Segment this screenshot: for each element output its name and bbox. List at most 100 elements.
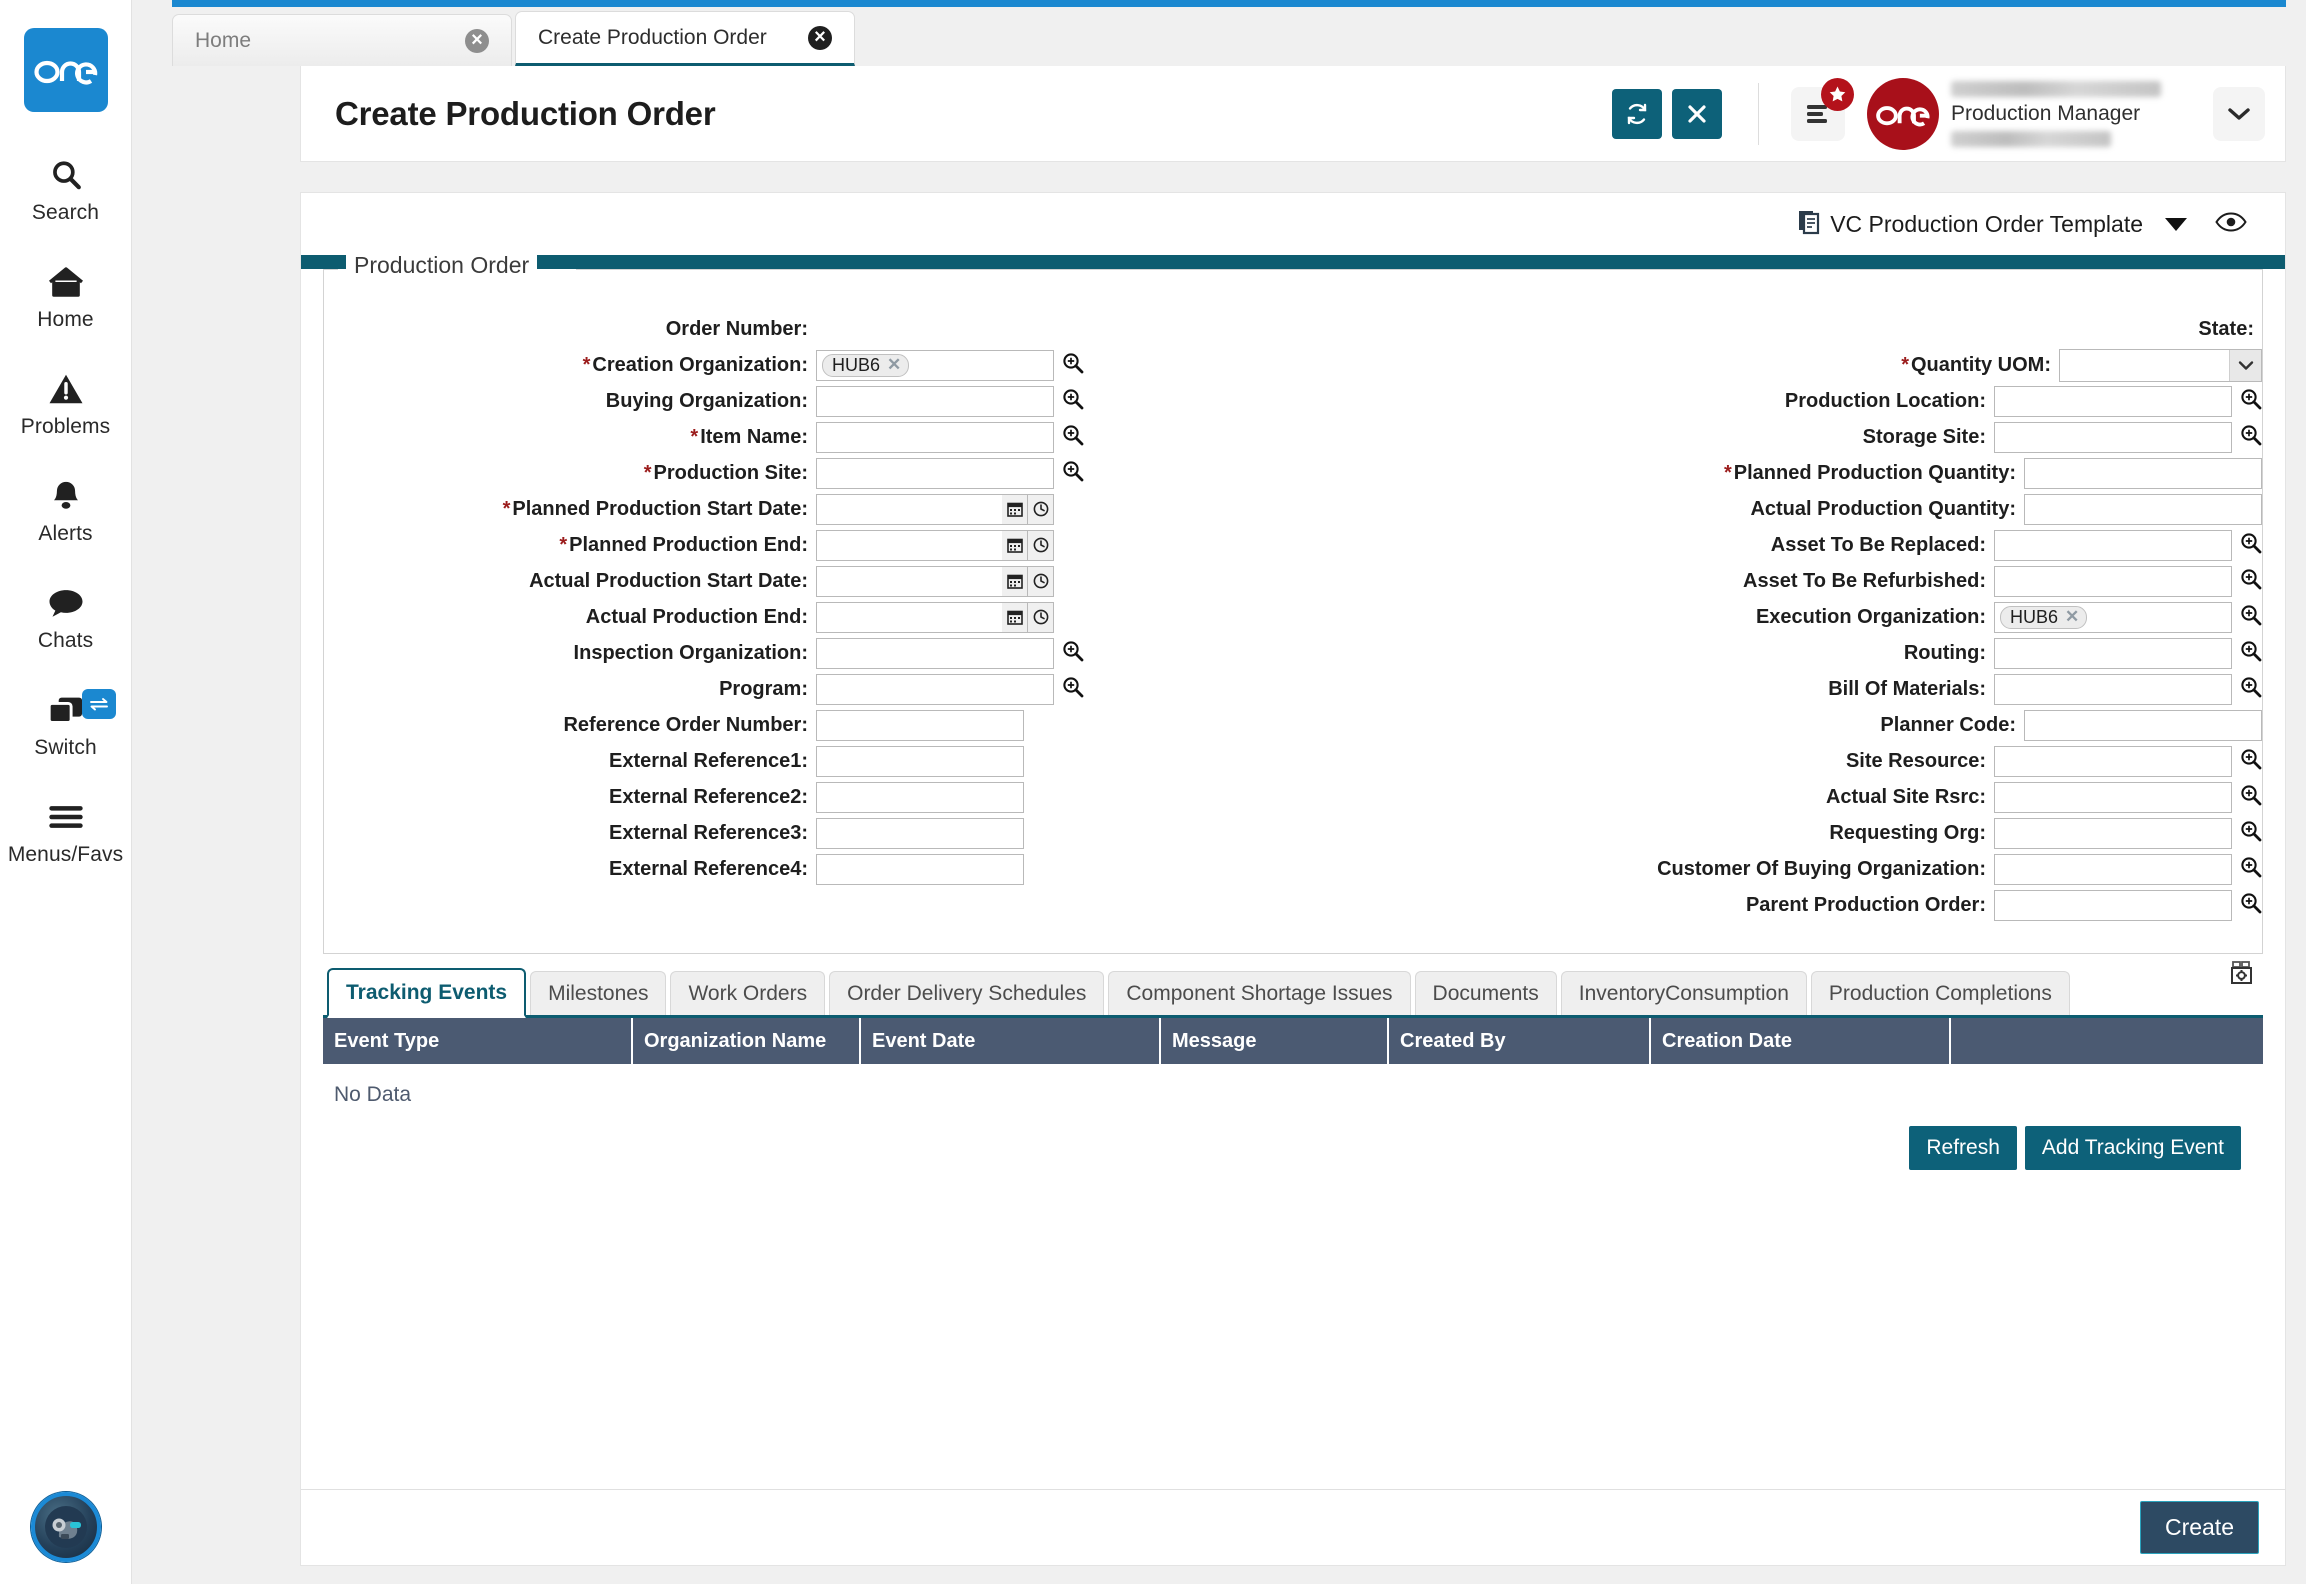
grid-column-header[interactable]: Creation Date bbox=[1651, 1018, 1951, 1064]
browser-tab-create-production-order[interactable]: Create Production Order bbox=[515, 11, 855, 66]
grid-settings-icon[interactable] bbox=[2227, 960, 2257, 993]
search-lookup-icon[interactable] bbox=[1062, 388, 1084, 415]
chevron-down-icon[interactable] bbox=[2213, 87, 2265, 141]
create-button[interactable]: Create bbox=[2140, 1501, 2259, 1554]
search-lookup-icon[interactable] bbox=[2240, 388, 2262, 415]
sidebar-item-problems[interactable]: Problems bbox=[0, 366, 132, 439]
search-lookup-icon[interactable] bbox=[2240, 820, 2262, 847]
asset-to-be-refurbished-input[interactable] bbox=[1994, 566, 2232, 597]
parent-production-order-input[interactable] bbox=[1994, 890, 2232, 921]
calendar-icon[interactable] bbox=[1002, 602, 1028, 633]
calendar-icon[interactable] bbox=[1002, 494, 1028, 525]
planned-production-end-input[interactable] bbox=[816, 530, 1002, 561]
tab-production-completions[interactable]: Production Completions bbox=[1811, 971, 2070, 1015]
inspection-organization-input[interactable] bbox=[816, 638, 1054, 669]
close-button[interactable] bbox=[1672, 89, 1722, 139]
sidebar-item-switch[interactable]: Switch bbox=[0, 687, 132, 760]
menu-list-icon[interactable] bbox=[1791, 87, 1845, 141]
quantity-uom-select[interactable] bbox=[2059, 349, 2262, 382]
tab-inventory-consumption[interactable]: InventoryConsumption bbox=[1561, 971, 1807, 1015]
sidebar-item-alerts[interactable]: Alerts bbox=[0, 473, 132, 546]
tab-order-delivery-schedules[interactable]: Order Delivery Schedules bbox=[829, 971, 1104, 1015]
search-lookup-icon[interactable] bbox=[2240, 784, 2262, 811]
grid-column-header[interactable]: Event Date bbox=[861, 1018, 1161, 1064]
search-lookup-icon[interactable] bbox=[1062, 640, 1084, 667]
clock-icon[interactable] bbox=[1028, 566, 1054, 597]
search-lookup-icon[interactable] bbox=[2240, 676, 2262, 703]
site-resource-input[interactable] bbox=[1994, 746, 2232, 777]
one-logo[interactable] bbox=[24, 28, 108, 112]
calendar-icon[interactable] bbox=[1002, 530, 1028, 561]
sidebar-item-chats[interactable]: Chats bbox=[0, 580, 132, 653]
grid-column-header[interactable]: Organization Name bbox=[633, 1018, 861, 1064]
eye-icon[interactable] bbox=[2215, 212, 2247, 237]
search-lookup-icon[interactable] bbox=[1062, 676, 1084, 703]
item-name-input[interactable] bbox=[816, 422, 1054, 453]
production-location-input[interactable] bbox=[1994, 386, 2232, 417]
search-lookup-icon[interactable] bbox=[2240, 424, 2262, 451]
tab-milestones[interactable]: Milestones bbox=[530, 971, 666, 1015]
reference-order-number-input[interactable] bbox=[816, 710, 1024, 741]
grid-column-header[interactable] bbox=[1951, 1018, 2263, 1064]
clock-icon[interactable] bbox=[1028, 494, 1054, 525]
tab-tracking-events[interactable]: Tracking Events bbox=[327, 968, 526, 1018]
calendar-icon[interactable] bbox=[1002, 566, 1028, 597]
search-lookup-icon[interactable] bbox=[1062, 352, 1084, 379]
sidebar-item-home[interactable]: Home bbox=[0, 259, 132, 332]
ai-assistant-avatar[interactable] bbox=[31, 1492, 101, 1562]
clock-icon[interactable] bbox=[1028, 530, 1054, 561]
external-reference2-input[interactable] bbox=[816, 782, 1024, 813]
planned-production-quantity-input[interactable] bbox=[2024, 458, 2262, 489]
close-icon[interactable] bbox=[465, 29, 489, 53]
add-tracking-event-button[interactable]: Add Tracking Event bbox=[2025, 1126, 2241, 1170]
search-lookup-icon[interactable] bbox=[2240, 604, 2262, 631]
requesting-org-input[interactable] bbox=[1994, 818, 2232, 849]
actual-production-end-input[interactable] bbox=[816, 602, 1002, 633]
tab-documents[interactable]: Documents bbox=[1415, 971, 1557, 1015]
external-reference4-input[interactable] bbox=[816, 854, 1024, 885]
routing-input[interactable] bbox=[1994, 638, 2232, 669]
customer-of-buying-organization-input[interactable] bbox=[1994, 854, 2232, 885]
switch-toggle-badge[interactable] bbox=[82, 689, 116, 719]
search-lookup-icon[interactable] bbox=[1062, 424, 1084, 451]
buying-organization-input[interactable] bbox=[816, 386, 1054, 417]
creation-organization-input[interactable]: HUB6 ✕ bbox=[816, 350, 1054, 381]
search-lookup-icon[interactable] bbox=[1062, 460, 1084, 487]
planner-code-input[interactable] bbox=[2024, 710, 2262, 741]
caret-down-icon[interactable] bbox=[2165, 218, 2187, 231]
actual-site-rsrc-input[interactable] bbox=[1994, 782, 2232, 813]
search-lookup-icon[interactable] bbox=[2240, 856, 2262, 883]
app-shell: Home Create Production Order Create Prod… bbox=[132, 0, 2306, 1584]
program-input[interactable] bbox=[816, 674, 1054, 705]
external-reference1-input[interactable] bbox=[816, 746, 1024, 777]
planned-production-start-date-input[interactable] bbox=[816, 494, 1002, 525]
search-lookup-icon[interactable] bbox=[2240, 892, 2262, 919]
refresh-button[interactable] bbox=[1612, 89, 1662, 139]
search-lookup-icon[interactable] bbox=[2240, 532, 2262, 559]
tab-label: Documents bbox=[1433, 982, 1539, 1006]
execution-organization-input[interactable]: HUB6 ✕ bbox=[1994, 602, 2232, 633]
refresh-grid-button[interactable]: Refresh bbox=[1909, 1126, 2017, 1170]
search-lookup-icon[interactable] bbox=[2240, 568, 2262, 595]
production-site-input[interactable] bbox=[816, 458, 1054, 489]
clock-icon[interactable] bbox=[1028, 602, 1054, 633]
grid-column-header[interactable]: Created By bbox=[1389, 1018, 1651, 1064]
asset-to-be-replaced-input[interactable] bbox=[1994, 530, 2232, 561]
search-lookup-icon[interactable] bbox=[2240, 748, 2262, 775]
tab-component-shortage-issues[interactable]: Component Shortage Issues bbox=[1108, 971, 1410, 1015]
actual-production-start-date-input[interactable] bbox=[816, 566, 1002, 597]
sidebar-item-search[interactable]: Search bbox=[0, 152, 132, 225]
sidebar-item-menus-favs[interactable]: Menus/Favs bbox=[0, 794, 132, 867]
remove-token-icon[interactable]: ✕ bbox=[2065, 607, 2079, 627]
grid-column-header[interactable]: Event Type bbox=[323, 1018, 633, 1064]
browser-tab-home[interactable]: Home bbox=[172, 14, 512, 66]
search-lookup-icon[interactable] bbox=[2240, 640, 2262, 667]
remove-token-icon[interactable]: ✕ bbox=[887, 355, 901, 375]
storage-site-input[interactable] bbox=[1994, 422, 2232, 453]
grid-column-header[interactable]: Message bbox=[1161, 1018, 1389, 1064]
tab-work-orders[interactable]: Work Orders bbox=[670, 971, 825, 1015]
close-icon[interactable] bbox=[808, 26, 832, 50]
external-reference3-input[interactable] bbox=[816, 818, 1024, 849]
actual-production-quantity-input[interactable] bbox=[2024, 494, 2262, 525]
bill-of-materials-input[interactable] bbox=[1994, 674, 2232, 705]
